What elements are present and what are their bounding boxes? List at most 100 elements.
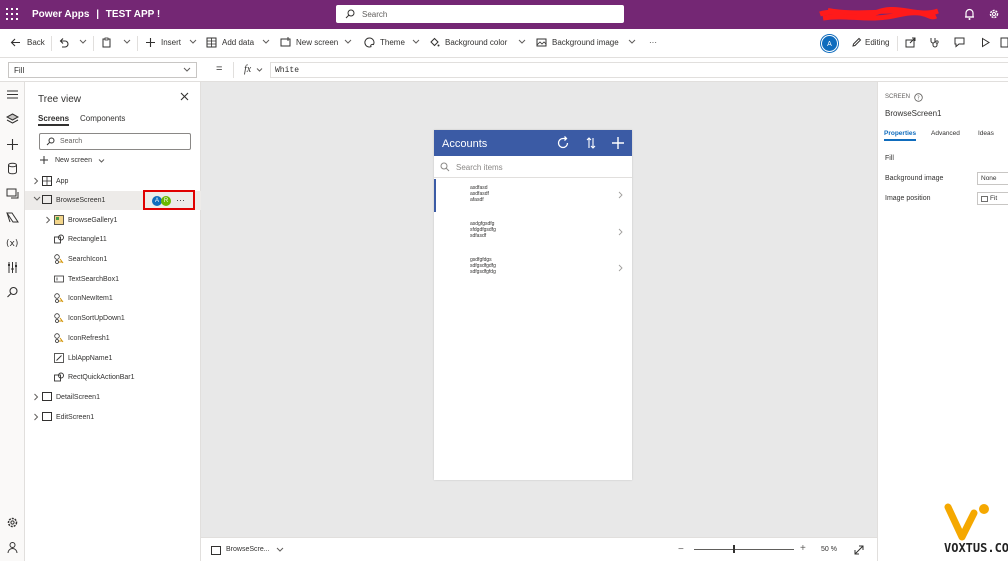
back-arrow-icon[interactable]: [10, 37, 21, 48]
background-image-dropdown[interactable]: None: [977, 172, 1008, 185]
new-screen-chevron-icon[interactable]: [344, 39, 352, 45]
insert-chevron-icon[interactable]: [189, 39, 197, 45]
insert-plus-icon[interactable]: [6, 138, 19, 151]
toolbar-divider: [137, 36, 138, 51]
zoom-number: 50: [821, 546, 829, 553]
zoom-out-button[interactable]: −: [678, 544, 684, 555]
tab-screens[interactable]: Screens: [38, 114, 70, 126]
advanced-tools-icon[interactable]: [6, 261, 19, 274]
paste-icon[interactable]: [101, 37, 112, 48]
tab-ideas[interactable]: Ideas: [978, 130, 994, 137]
background-color-button[interactable]: Background color: [445, 38, 507, 47]
sort-up-down-icon[interactable]: [585, 136, 597, 150]
tree-item-lblappname1[interactable]: LblAppName1: [25, 349, 201, 368]
copilot-avatar[interactable]: A: [821, 35, 838, 52]
settings-gear-icon[interactable]: [988, 8, 1000, 20]
media-icon[interactable]: [6, 187, 19, 200]
tree-item-textsearchbox1[interactable]: TextSearchBox1: [25, 270, 201, 289]
data-cylinder-icon[interactable]: [6, 162, 19, 175]
tab-components[interactable]: Components: [80, 114, 125, 123]
tree-item-searchicon1[interactable]: SearchIcon1: [25, 250, 201, 269]
tab-advanced[interactable]: Advanced: [931, 130, 960, 137]
status-bar: BrowseScre... − + 50 %: [201, 537, 877, 561]
gallery-item[interactable]: gsdfgfdgs sdfgsdfgdfg sdfgsdfgfdg: [434, 252, 632, 286]
screen-selector[interactable]: BrowseScre...: [226, 546, 270, 553]
search-icon[interactable]: [6, 286, 19, 299]
share-icon[interactable]: [905, 37, 916, 48]
tree-item-rectquickactionbar1[interactable]: RectQuickActionBar1: [25, 368, 201, 387]
back-button[interactable]: Back: [27, 38, 45, 47]
hamburger-menu-icon[interactable]: [6, 88, 19, 101]
tree-item-browsegallery1[interactable]: BrowseGallery1: [25, 211, 201, 230]
tab-properties[interactable]: Properties: [884, 130, 917, 141]
app-launcher-icon[interactable]: [6, 8, 18, 20]
comments-icon[interactable]: [954, 37, 965, 48]
close-icon[interactable]: [180, 92, 189, 101]
add-plus-icon[interactable]: [612, 137, 624, 149]
formula-input[interactable]: White: [270, 62, 1008, 78]
fit-to-window-icon[interactable]: [854, 545, 864, 555]
background-image-chevron-icon[interactable]: [628, 39, 636, 45]
undo-icon[interactable]: [58, 37, 69, 48]
account-person-icon[interactable]: [6, 541, 19, 554]
property-dropdown[interactable]: Fill: [8, 62, 197, 78]
chevron-right-icon[interactable]: [618, 264, 623, 272]
chevron-down-icon[interactable]: [276, 547, 284, 553]
zoom-value: 50 %: [821, 546, 837, 553]
tree-item-editscreen1[interactable]: EditScreen1: [25, 408, 201, 427]
tree-item-detailscreen1[interactable]: DetailScreen1: [25, 388, 201, 407]
layers-tree-view-icon[interactable]: [6, 113, 19, 126]
variables-icon[interactable]: (x): [6, 236, 19, 249]
editing-mode-button[interactable]: Editing: [865, 38, 889, 47]
tree-item-app[interactable]: App: [25, 172, 201, 191]
tree-item-iconsortupdown1[interactable]: IconSortUpDown1: [25, 309, 201, 328]
tree-item-iconrefresh1[interactable]: IconRefresh1: [25, 329, 201, 348]
theme-chevron-icon[interactable]: [412, 39, 420, 45]
toolbar-divider: [51, 36, 52, 51]
paste-dropdown-chevron-icon[interactable]: [123, 39, 131, 45]
new-screen-button[interactable]: New screen: [296, 38, 338, 47]
zoom-in-button[interactable]: +: [800, 543, 806, 554]
image-position-dropdown[interactable]: Fit: [977, 192, 1008, 205]
app-search-box[interactable]: Search items: [434, 156, 632, 178]
app-screen-preview[interactable]: Accounts Search items asdfasd asdfasdf a…: [434, 130, 632, 480]
chevron-right-icon[interactable]: [45, 216, 51, 224]
theme-button[interactable]: Theme: [380, 38, 405, 47]
chevron-down-icon[interactable]: [33, 196, 41, 202]
settings-gear-icon[interactable]: [6, 516, 19, 529]
chevron-right-icon[interactable]: [618, 191, 623, 199]
fx-button[interactable]: fx: [236, 62, 268, 78]
tree-search-input[interactable]: Search: [39, 133, 191, 150]
background-color-chevron-icon[interactable]: [518, 39, 526, 45]
undo-dropdown-chevron-icon[interactable]: [79, 39, 87, 45]
add-data-chevron-icon[interactable]: [262, 39, 270, 45]
equals-sign: =: [216, 63, 223, 75]
preview-play-icon[interactable]: [980, 37, 991, 48]
chevron-right-icon[interactable]: [33, 413, 39, 421]
insert-button[interactable]: Insert: [161, 38, 181, 47]
add-data-button[interactable]: Add data: [222, 38, 254, 47]
gallery-item[interactable]: asdfasd asdfasdf afasdf: [434, 179, 632, 213]
tree-item-rectangle11[interactable]: Rectangle11: [25, 230, 201, 249]
more-commands-button[interactable]: ···: [649, 38, 657, 47]
zoom-slider-thumb[interactable]: [733, 545, 735, 553]
app-header-title[interactable]: Accounts: [442, 138, 487, 150]
gallery-item[interactable]: asdgfgsdfg sfdgdfgsdfg sdfasdf: [434, 216, 632, 250]
background-image-button[interactable]: Background image: [552, 38, 619, 47]
chevron-right-icon[interactable]: [33, 393, 39, 401]
help-circle-icon[interactable]: ?: [914, 93, 923, 102]
power-automate-icon[interactable]: [6, 211, 19, 224]
tree-item-label: Rectangle11: [68, 236, 107, 243]
refresh-icon[interactable]: [556, 136, 570, 150]
zoom-slider-track[interactable]: [694, 549, 794, 550]
app-checker-stethoscope-icon[interactable]: [929, 37, 940, 48]
chevron-right-icon[interactable]: [33, 177, 39, 185]
global-search[interactable]: Search: [336, 5, 624, 23]
data-table-icon: [206, 37, 217, 48]
save-icon[interactable]: [1000, 37, 1008, 48]
tree-item-iconnewitem1[interactable]: IconNewItem1: [25, 289, 201, 308]
chevron-right-icon[interactable]: [618, 228, 623, 236]
app-header-bar: Accounts: [434, 130, 632, 156]
notifications-icon[interactable]: [964, 8, 975, 20]
screen-icon: [42, 412, 52, 421]
